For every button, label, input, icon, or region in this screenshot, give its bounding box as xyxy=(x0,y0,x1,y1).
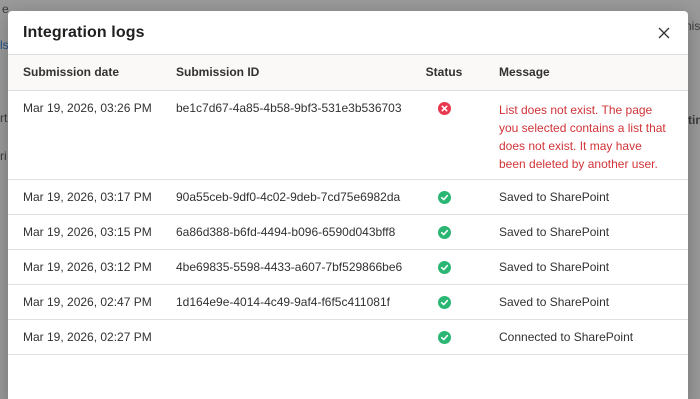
bg-fragment: tin xyxy=(688,113,700,127)
error-circle-icon xyxy=(437,101,451,115)
submission-date-cell: Mar 19, 2026, 03:26 PM xyxy=(8,90,161,180)
column-header-id[interactable]: Submission ID xyxy=(161,55,404,91)
message-cell: Saved to SharePoint xyxy=(484,284,688,320)
submission-date-cell: Mar 19, 2026, 03:17 PM xyxy=(8,179,161,215)
checkmark-circle-icon xyxy=(437,190,451,204)
status-cell xyxy=(404,249,484,285)
status-cell xyxy=(404,284,484,320)
table-row: Mar 19, 2026, 03:12 PM 4be69835-5598-4433… xyxy=(8,249,688,285)
checkmark-circle-icon xyxy=(437,295,451,309)
table-header-row: Submission date Submission ID Status Mes… xyxy=(8,55,688,91)
table-row: Mar 19, 2026, 03:17 PM 90a55ceb-9df0-4c02… xyxy=(8,179,688,215)
table-row: Mar 19, 2026, 02:27 PM Connected to Share… xyxy=(8,319,688,355)
column-header-message[interactable]: Message xyxy=(484,55,688,91)
submission-id-cell xyxy=(161,319,404,355)
message-cell: Saved to SharePoint xyxy=(484,214,688,250)
checkmark-circle-icon xyxy=(437,330,451,344)
dialog-title: Integration logs xyxy=(23,23,145,41)
table-row: Mar 19, 2026, 02:47 PM 1d164e9e-4014-4c49… xyxy=(8,284,688,320)
bg-fragment: ri xyxy=(0,149,7,163)
integration-logs-dialog: Integration logs Submission date Submiss… xyxy=(8,11,688,399)
message-cell: Connected to SharePoint xyxy=(484,319,688,355)
close-button[interactable] xyxy=(654,23,674,43)
submission-date-cell: Mar 19, 2026, 02:47 PM xyxy=(8,284,161,320)
checkmark-circle-icon xyxy=(437,260,451,274)
column-header-date[interactable]: Submission date xyxy=(8,55,161,91)
dialog-header: Integration logs xyxy=(8,11,688,55)
status-cell xyxy=(404,179,484,215)
status-cell xyxy=(404,319,484,355)
message-cell: Saved to SharePoint xyxy=(484,179,688,215)
column-header-status[interactable]: Status xyxy=(404,55,484,91)
message-cell: List does not exist. The page you select… xyxy=(484,90,688,180)
submission-id-cell: be1c7d67-4a85-4b58-9bf3-531e3b536703 xyxy=(161,90,404,180)
submission-date-cell: Mar 19, 2026, 02:27 PM xyxy=(8,319,161,355)
submission-date-cell: Mar 19, 2026, 03:15 PM xyxy=(8,214,161,250)
status-cell xyxy=(404,214,484,250)
submission-id-cell: 4be69835-5598-4433-a607-7bf529866be6 xyxy=(161,249,404,285)
table-row: Mar 19, 2026, 03:15 PM 6a86d388-b6fd-4494… xyxy=(8,214,688,250)
submission-id-cell: 90a55ceb-9df0-4c02-9deb-7cd75e6982da xyxy=(161,179,404,215)
message-cell: Saved to SharePoint xyxy=(484,249,688,285)
submission-id-cell: 1d164e9e-4014-4c49-9af4-f6f5c411081f xyxy=(161,284,404,320)
status-cell xyxy=(404,90,484,180)
checkmark-circle-icon xyxy=(437,225,451,239)
submission-date-cell: Mar 19, 2026, 03:12 PM xyxy=(8,249,161,285)
logs-table: Submission date Submission ID Status Mes… xyxy=(8,55,688,355)
submission-id-cell: 6a86d388-b6fd-4494-b096-6590d043bff8 xyxy=(161,214,404,250)
table-row: Mar 19, 2026, 03:26 PM be1c7d67-4a85-4b58… xyxy=(8,90,688,180)
close-icon xyxy=(658,27,670,38)
